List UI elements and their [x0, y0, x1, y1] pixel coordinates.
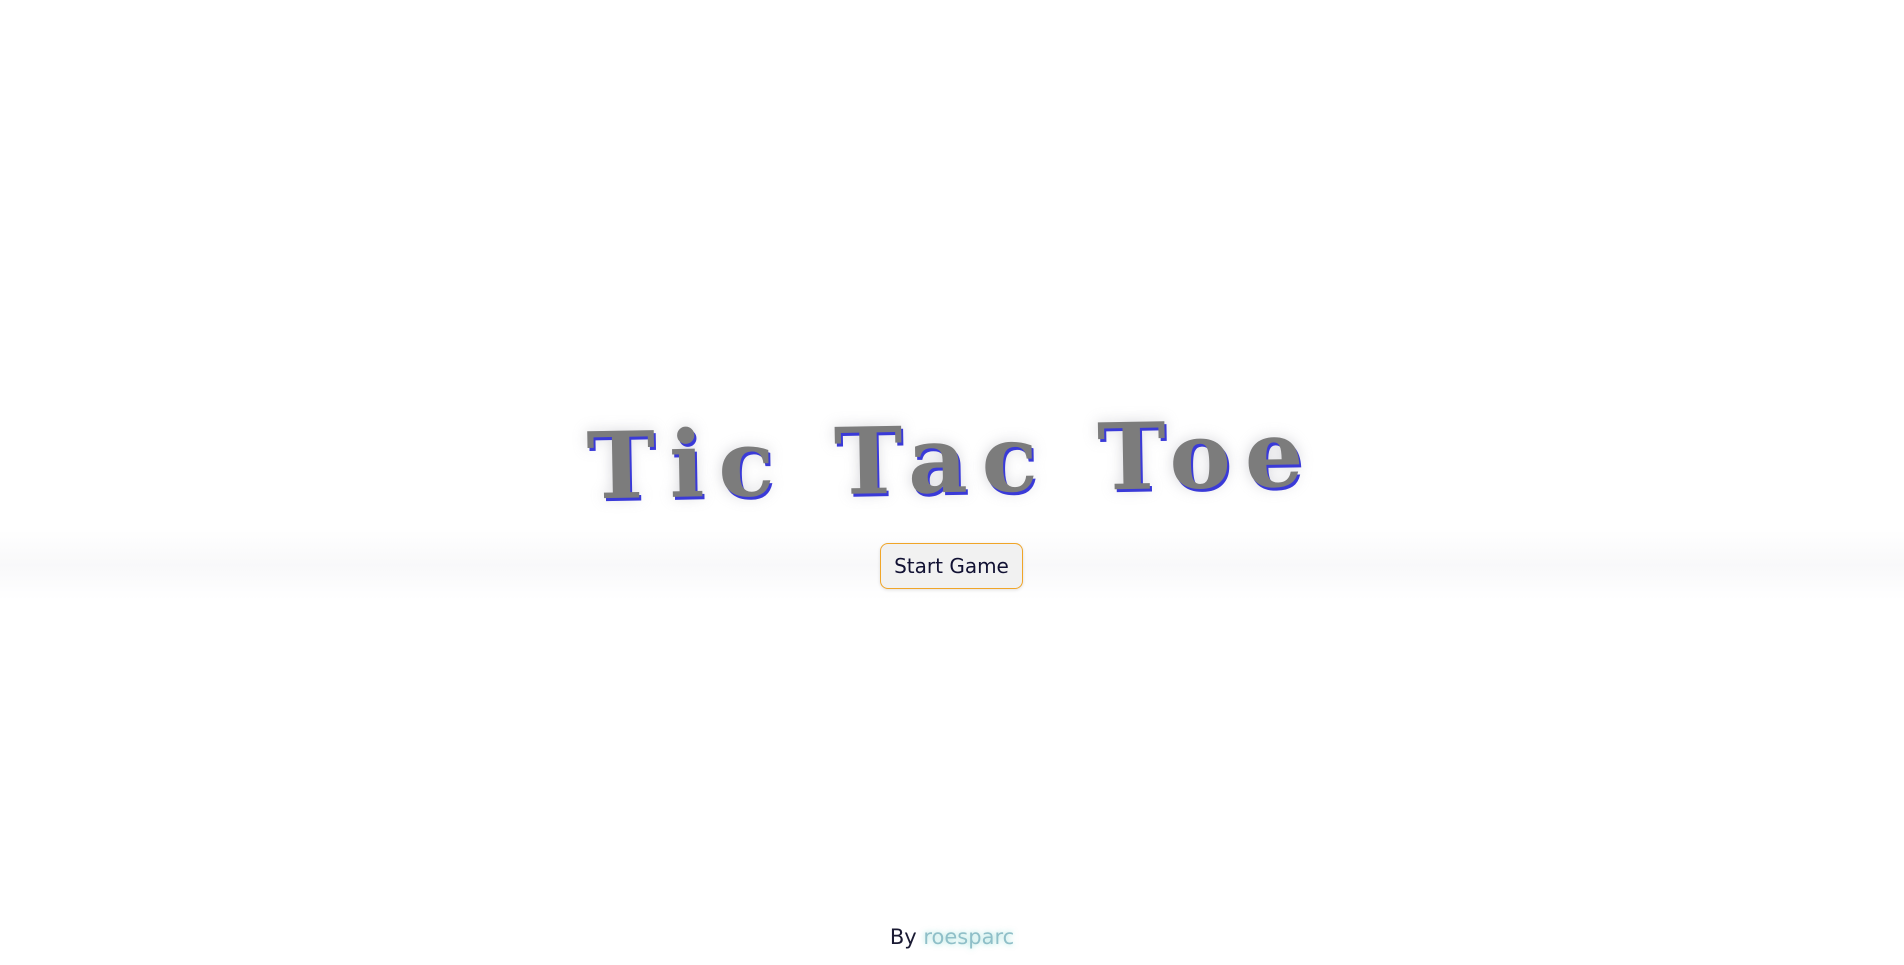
game-title: Tic Tac Toe [585, 399, 1319, 521]
start-game-button[interactable]: Start Game [880, 543, 1023, 589]
game-start-screen: Tic Tac Toe Start Game By roesparc [0, 0, 1904, 965]
footer-prefix: By [889, 925, 917, 949]
footer-credit: By roesparc [0, 920, 1904, 954]
author-link[interactable]: roesparc [923, 925, 1014, 949]
